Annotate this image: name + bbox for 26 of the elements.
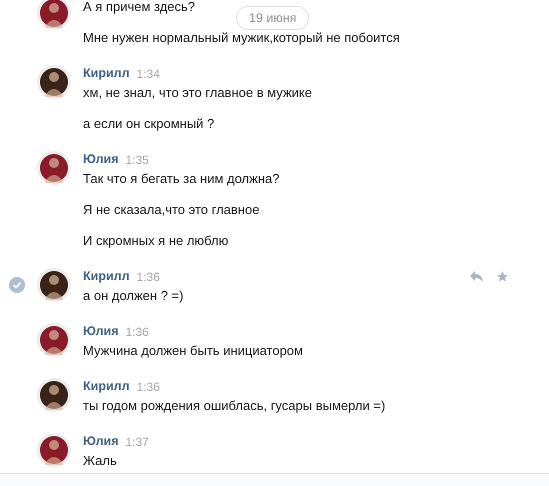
author-name[interactable]: Кирилл: [83, 64, 130, 83]
author-name[interactable]: Кирилл: [83, 267, 130, 286]
message-time: 1:36: [136, 378, 160, 396]
message-text: Я не сказала,что это главное: [83, 201, 260, 219]
message-text: а он должен ? =): [83, 287, 184, 305]
message-time: 1:37: [126, 434, 149, 450]
message-text: Мужчина должен быть инициатором: [83, 342, 304, 360]
author-name[interactable]: Юлия: [83, 432, 118, 451]
author-name[interactable]: Юлия: [83, 150, 118, 169]
message-time: 1:35: [126, 152, 149, 168]
author-name[interactable]: Кирилл: [83, 377, 130, 396]
message-time: 1:36: [136, 268, 160, 286]
reply-icon[interactable]: [469, 270, 484, 283]
message-time: 1:36: [126, 324, 149, 340]
message-text: ты годом рождения ошиблась, гусары вымерли =): [83, 397, 386, 415]
message-text: Так что я бегать за ним должна?: [83, 170, 280, 188]
message-text: а если он скромный ?: [83, 115, 216, 133]
check-icon[interactable]: [9, 277, 25, 293]
author-name[interactable]: Юлия: [83, 322, 118, 341]
star-icon[interactable]: [496, 270, 509, 283]
message-text: Жаль: [83, 452, 118, 470]
message-text: Мне нужен нормальный мужик,который не побоится: [83, 29, 401, 47]
message-time: 1:34: [136, 66, 160, 82]
message-text: хм, не знал, что это главное в мужике: [83, 84, 313, 102]
message-text: А я причем здесь?: [83, 0, 196, 16]
message-text: И скромных я не люблю: [83, 232, 230, 250]
